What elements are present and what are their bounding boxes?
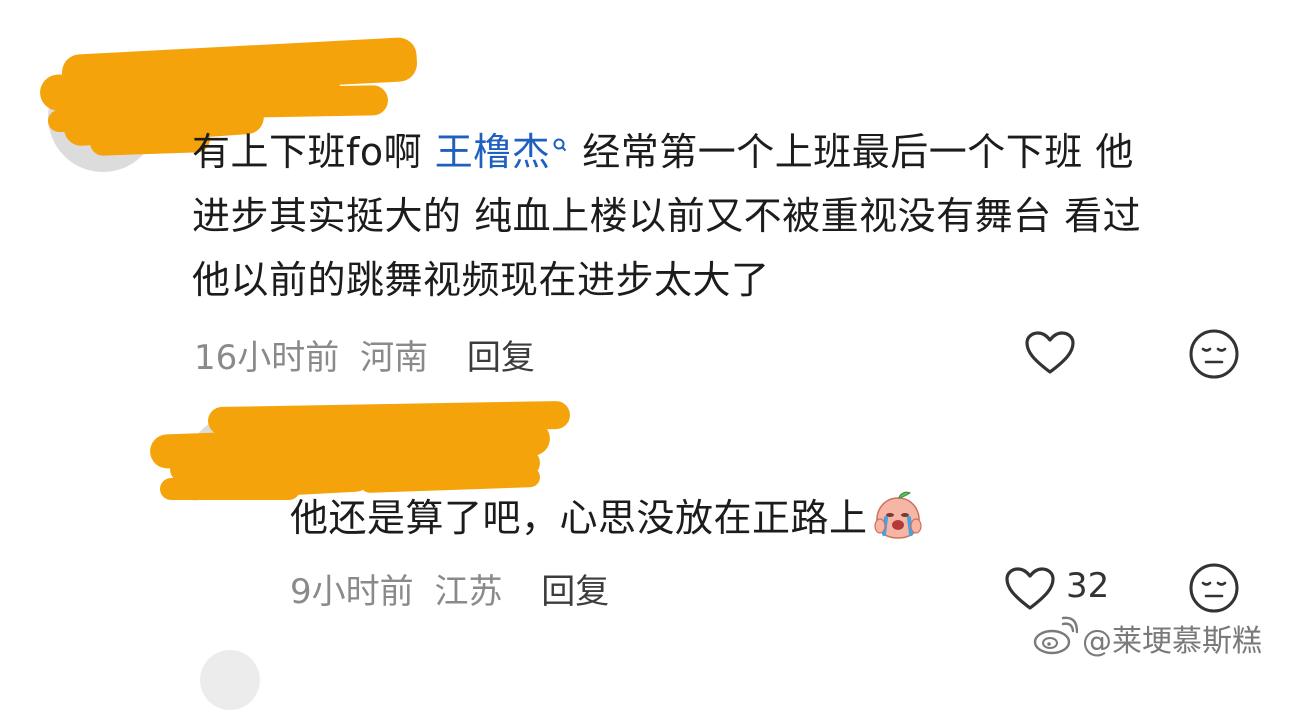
heart-outline-icon[interactable]	[1004, 566, 1056, 612]
comment-1-location: 河南	[360, 338, 429, 378]
comment-2-meta: 9小时前 江苏 回复	[290, 564, 609, 613]
comment-1-reply-button[interactable]: 回复	[467, 338, 535, 378]
comment-2-body: 他还是算了吧，心思没放在正路上	[290, 486, 924, 550]
comment-2-reply-button[interactable]: 回复	[541, 572, 609, 612]
weibo-logo-icon	[1033, 616, 1078, 655]
comment-1-line-2: 进步其实挺大的 纯血上楼以前又不被重视没有舞台 看过	[192, 194, 1142, 238]
partial-avatar	[200, 650, 260, 710]
meh-face-icon[interactable]	[1188, 328, 1240, 380]
comment-1-body: 有上下班fo啊 王橹杰 经常第一个上班最后一个下班 他 进步其实挺大的 纯血上楼以…	[192, 120, 1252, 312]
search-pin-icon	[552, 118, 568, 182]
comment-2-location: 江苏	[434, 572, 503, 612]
comment-2-like-count: 32	[1066, 566, 1110, 606]
comment-1-time: 16小时前	[194, 338, 340, 378]
comment-1-meta: 16小时前 河南 回复	[194, 330, 535, 379]
heart-outline-icon[interactable]	[1024, 330, 1076, 376]
crying-peach-sticker	[873, 491, 922, 539]
comment-1-line-3: 他以前的跳舞视频现在进步太大了	[192, 258, 770, 302]
watermark-handle: @莱埂慕斯糕	[1082, 624, 1262, 659]
comment-2-time: 9小时前	[290, 572, 414, 612]
comment-2-text: 他还是算了吧，心思没放在正路上	[290, 496, 868, 540]
mention-link[interactable]: 王橹杰	[435, 130, 551, 174]
meh-face-icon[interactable]	[1188, 562, 1240, 614]
comment-1-line-1: 有上下班fo啊 王橹杰 经常第一个上班最后一个下班 他	[192, 120, 1252, 184]
